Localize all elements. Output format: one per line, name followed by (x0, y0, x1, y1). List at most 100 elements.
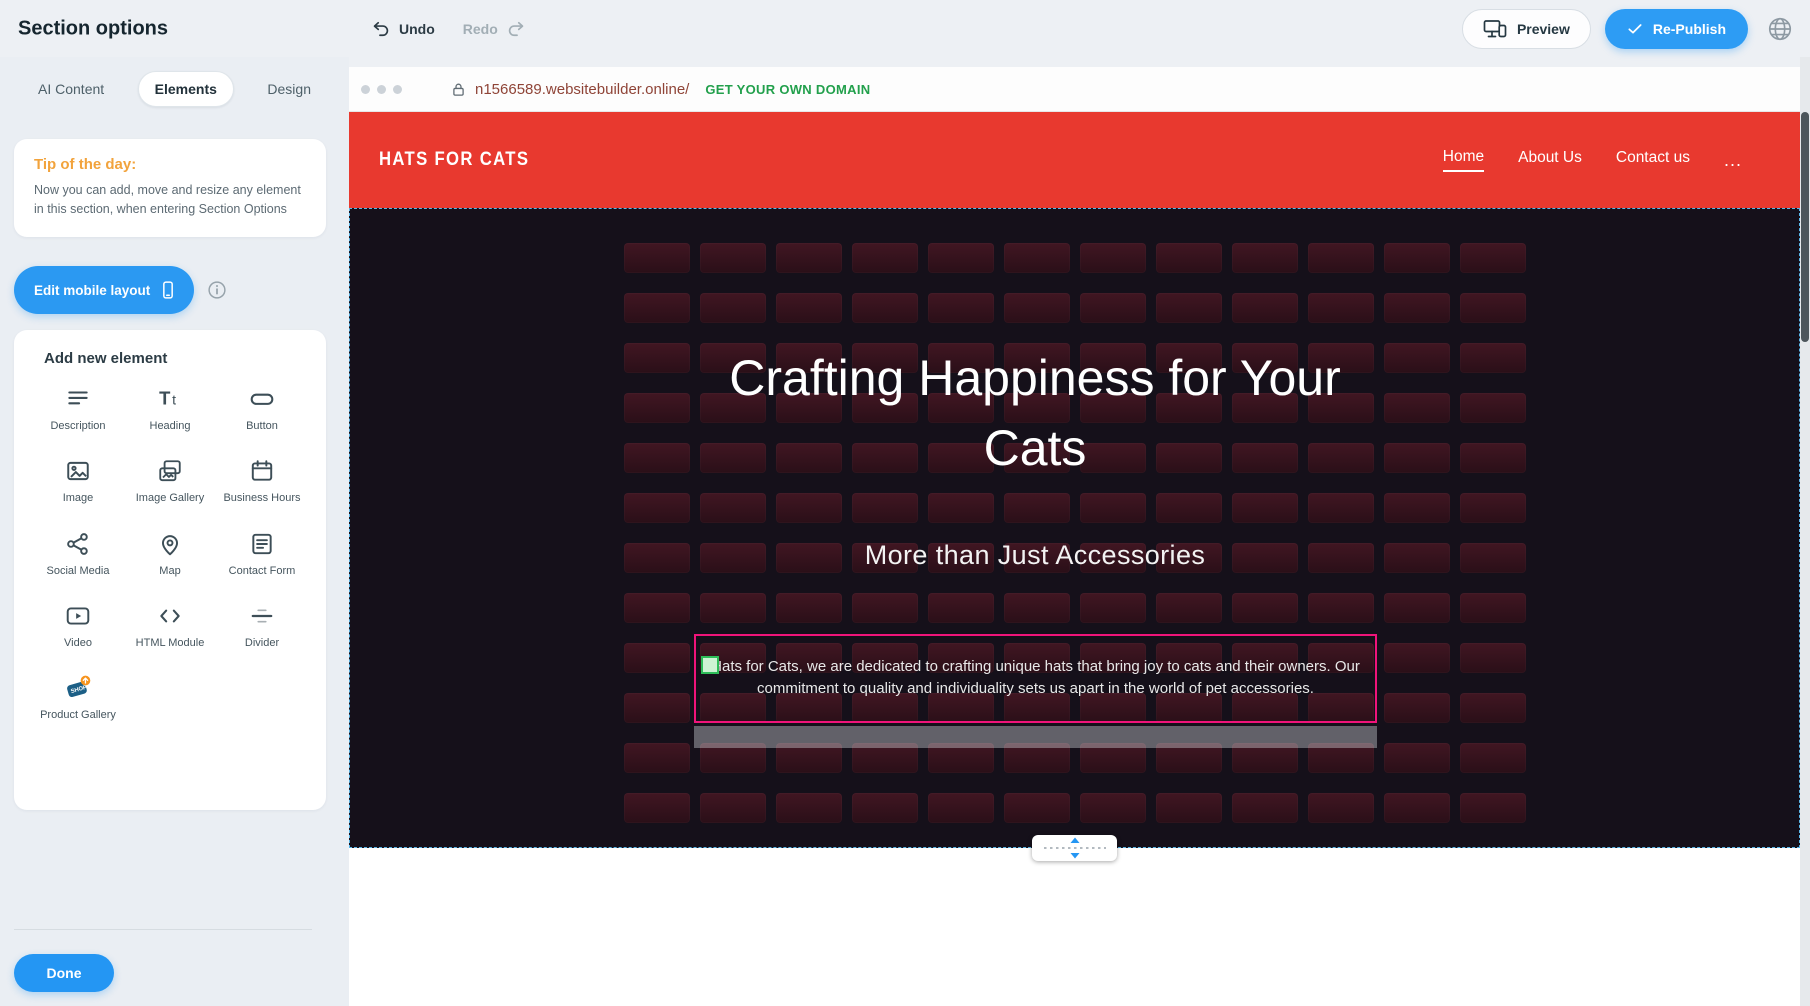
republish-button[interactable]: Re-Publish (1605, 9, 1748, 49)
hero-tile (1384, 793, 1450, 823)
hero-tile (1080, 593, 1146, 623)
hero-tile (1384, 293, 1450, 323)
hero-tile (700, 593, 766, 623)
devices-icon (1483, 18, 1507, 40)
hero-tile (1080, 493, 1146, 523)
hero-tile (700, 793, 766, 823)
button-icon (248, 385, 276, 413)
tip-of-the-day-card: Tip of the day: Now you can add, move an… (14, 139, 326, 237)
element-item-button[interactable]: Button (216, 385, 308, 433)
hero-tile (776, 793, 842, 823)
element-item-divider[interactable]: Divider (216, 602, 308, 650)
language-globe-button[interactable] (1762, 11, 1798, 47)
undo-label: Undo (399, 21, 435, 37)
hero-tile (1384, 493, 1450, 523)
hero-tile (852, 243, 918, 273)
element-item-video[interactable]: Video (32, 602, 124, 650)
undo-button[interactable]: Undo (372, 19, 435, 39)
hero-tile (624, 693, 690, 723)
social-media-icon (64, 530, 92, 558)
element-item-label: Contact Form (229, 564, 296, 578)
hero-tile (776, 593, 842, 623)
hero-tile (1460, 493, 1526, 523)
image-gallery-icon (156, 457, 184, 485)
hero-tile (1308, 593, 1374, 623)
hero-tile (928, 593, 994, 623)
element-item-label: Image (63, 491, 94, 505)
tab-design[interactable]: Design (251, 72, 327, 106)
site-url: n1566589.websitebuilder.online/ (475, 81, 689, 98)
svg-text:t: t (172, 391, 176, 407)
hero-tile (1004, 493, 1070, 523)
hero-paragraph: Hats for Cats, we are dedicated to craft… (696, 636, 1375, 700)
selected-text-element[interactable]: Hats for Cats, we are dedicated to craft… (694, 634, 1377, 723)
hero-tile (928, 243, 994, 273)
element-grid: Description Tt Heading Button (14, 381, 326, 722)
hero-section-selected[interactable]: Crafting Happiness for Your Cats More th… (349, 208, 1800, 848)
element-item-label: Description (50, 419, 105, 433)
sidebar-tabs: AI Content Elements Design (22, 71, 327, 107)
info-icon[interactable] (206, 279, 228, 301)
hero-tile (1156, 493, 1222, 523)
product-gallery-shop-icon: SHOP (64, 674, 92, 702)
page-title: Section options (18, 17, 168, 40)
window-dot (361, 85, 370, 94)
hero-tile (852, 293, 918, 323)
tab-ai-content[interactable]: AI Content (22, 72, 120, 106)
hero-tile (852, 593, 918, 623)
hero-tile (928, 493, 994, 523)
site-header: HATS FOR CATS Home About Us Contact us .… (349, 112, 1800, 208)
element-item-map[interactable]: Map (124, 530, 216, 578)
nav-more-button[interactable]: ... (1724, 150, 1742, 171)
element-item-product-gallery[interactable]: SHOP Product Gallery (32, 674, 124, 722)
element-item-description[interactable]: Description (32, 385, 124, 433)
business-hours-icon (248, 457, 276, 485)
undo-redo-group: Undo Redo (372, 0, 525, 57)
scrollbar-thumb[interactable] (1801, 112, 1809, 342)
hero-subheading[interactable]: More than Just Accessories (710, 540, 1360, 571)
nav-item-contact[interactable]: Contact us (1616, 149, 1690, 171)
hero-heading[interactable]: Crafting Happiness for Your Cats (710, 343, 1360, 483)
nav-item-home[interactable]: Home (1443, 148, 1484, 172)
hero-tile (1460, 293, 1526, 323)
section-resize-handle[interactable] (1032, 835, 1117, 861)
contact-form-icon (248, 530, 276, 558)
hero-tile (1156, 293, 1222, 323)
add-new-element-card: Add new element Description Tt Heading (14, 330, 326, 810)
site-logo[interactable]: HATS FOR CATS (379, 149, 529, 171)
hero-tile (776, 243, 842, 273)
element-item-business-hours[interactable]: Business Hours (216, 457, 308, 505)
hero-tile (700, 243, 766, 273)
nav-item-about[interactable]: About Us (1518, 149, 1582, 171)
site-nav: Home About Us Contact us ... (1443, 148, 1742, 172)
edit-mobile-layout-button[interactable]: Edit mobile layout (14, 266, 194, 314)
get-your-own-domain-link[interactable]: GET YOUR OWN DOMAIN (705, 82, 870, 97)
heading-icon: Tt (156, 385, 184, 413)
element-item-image[interactable]: Image (32, 457, 124, 505)
hero-tile (624, 243, 690, 273)
tab-elements[interactable]: Elements (138, 71, 234, 107)
element-item-contact-form[interactable]: Contact Form (216, 530, 308, 578)
svg-text:T: T (159, 387, 171, 408)
mobile-phone-icon (158, 279, 178, 301)
scrollbar (1800, 57, 1810, 1006)
add-element-title: Add new element (14, 350, 326, 381)
map-pin-icon (156, 530, 184, 558)
preview-button[interactable]: Preview (1462, 9, 1591, 49)
hero-tile (1004, 793, 1070, 823)
element-item-image-gallery[interactable]: Image Gallery (124, 457, 216, 505)
tip-body: Now you can add, move and resize any ele… (34, 181, 306, 220)
element-item-label: Product Gallery (40, 708, 116, 722)
hero-tile (1384, 393, 1450, 423)
element-drag-handle[interactable] (701, 656, 719, 674)
redo-button[interactable]: Redo (463, 19, 525, 39)
hero-tile (624, 793, 690, 823)
hero-tile (928, 793, 994, 823)
hero-tile (1460, 243, 1526, 273)
hero-tile (1384, 443, 1450, 473)
element-item-social-media[interactable]: Social Media (32, 530, 124, 578)
element-item-html-module[interactable]: HTML Module (124, 602, 216, 650)
done-button[interactable]: Done (14, 954, 114, 992)
element-item-label: Map (159, 564, 180, 578)
element-item-heading[interactable]: Tt Heading (124, 385, 216, 433)
